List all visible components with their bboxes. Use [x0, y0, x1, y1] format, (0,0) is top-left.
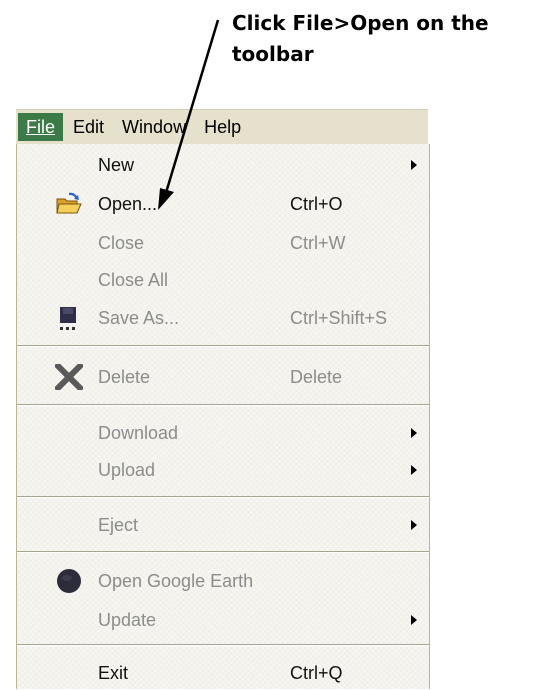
menu-separator: [17, 551, 429, 553]
callout-line-1: Click File>Open on the: [232, 11, 489, 35]
menu-item-exit-shortcut: Ctrl+Q: [290, 663, 343, 683]
menu-file-label: File: [26, 117, 56, 137]
submenu-arrow-icon: [411, 160, 417, 170]
menu-edit[interactable]: Edit: [65, 113, 112, 141]
menu-window[interactable]: Window: [114, 113, 194, 141]
menu-separator: [17, 345, 429, 347]
menu-item-eject-label: Eject: [98, 515, 139, 535]
menu-item-open-label: Open...: [98, 194, 158, 214]
menu-item-download[interactable]: Download: [17, 416, 429, 450]
menu-item-delete[interactable]: Delete Delete: [17, 360, 429, 394]
menu-separator: [17, 496, 429, 498]
delete-x-icon: [53, 361, 85, 393]
save-icon: [55, 305, 83, 331]
menu-item-exit[interactable]: Exit Ctrl+Q: [17, 656, 429, 690]
menu-item-delete-label: Delete: [98, 367, 151, 387]
menu-help-label: Help: [204, 117, 242, 137]
menu-separator: [17, 404, 429, 406]
file-menu-dropdown: New Open... Ctrl+O Close Ctrl+W Close Al…: [16, 144, 430, 689]
menu-item-close-all-label: Close All: [98, 270, 169, 290]
menu-item-open-shortcut: Ctrl+O: [290, 194, 343, 214]
submenu-arrow-icon: [411, 428, 417, 438]
menu-item-update[interactable]: Update: [17, 603, 429, 637]
submenu-arrow-icon: [411, 615, 417, 625]
submenu-arrow-icon: [411, 520, 417, 530]
menu-item-save-as[interactable]: Save As... Ctrl+Shift+S: [17, 301, 429, 335]
menu-file[interactable]: File: [18, 113, 64, 141]
menu-item-new[interactable]: New: [17, 148, 429, 182]
menu-item-eject[interactable]: Eject: [17, 508, 429, 542]
menu-item-close-shortcut: Ctrl+W: [290, 233, 346, 253]
submenu-arrow-icon: [411, 465, 417, 475]
menu-item-close-label: Close: [98, 233, 145, 253]
instruction-callout: Click File>Open on the toolbar: [232, 8, 532, 70]
menu-item-upload-label: Upload: [98, 460, 156, 480]
menu-item-open-google-earth-label: Open Google Earth: [98, 571, 254, 591]
menu-separator: [17, 644, 429, 646]
menu-item-update-label: Update: [98, 610, 157, 630]
callout-line-2: toolbar: [232, 42, 314, 66]
menu-item-open-google-earth[interactable]: Open Google Earth: [17, 564, 429, 598]
menu-window-label: Window: [122, 117, 187, 137]
menu-item-save-as-shortcut: Ctrl+Shift+S: [290, 308, 388, 328]
menu-item-delete-shortcut: Delete: [290, 367, 343, 387]
menu-item-new-label: New: [98, 155, 135, 175]
open-folder-icon: [55, 191, 83, 217]
menu-help[interactable]: Help: [196, 113, 249, 141]
menu-item-close-all[interactable]: Close All: [17, 263, 429, 297]
menu-item-upload[interactable]: Upload: [17, 453, 429, 487]
menu-item-close[interactable]: Close Ctrl+W: [17, 226, 429, 260]
menu-edit-label: Edit: [73, 117, 105, 137]
menu-bar: File Edit Window Help: [16, 109, 428, 145]
menu-item-open[interactable]: Open... Ctrl+O: [17, 187, 429, 221]
google-earth-icon: [55, 568, 83, 594]
menu-item-exit-label: Exit: [98, 663, 129, 683]
menu-item-download-label: Download: [98, 423, 179, 443]
menu-item-save-as-label: Save As...: [98, 308, 180, 328]
